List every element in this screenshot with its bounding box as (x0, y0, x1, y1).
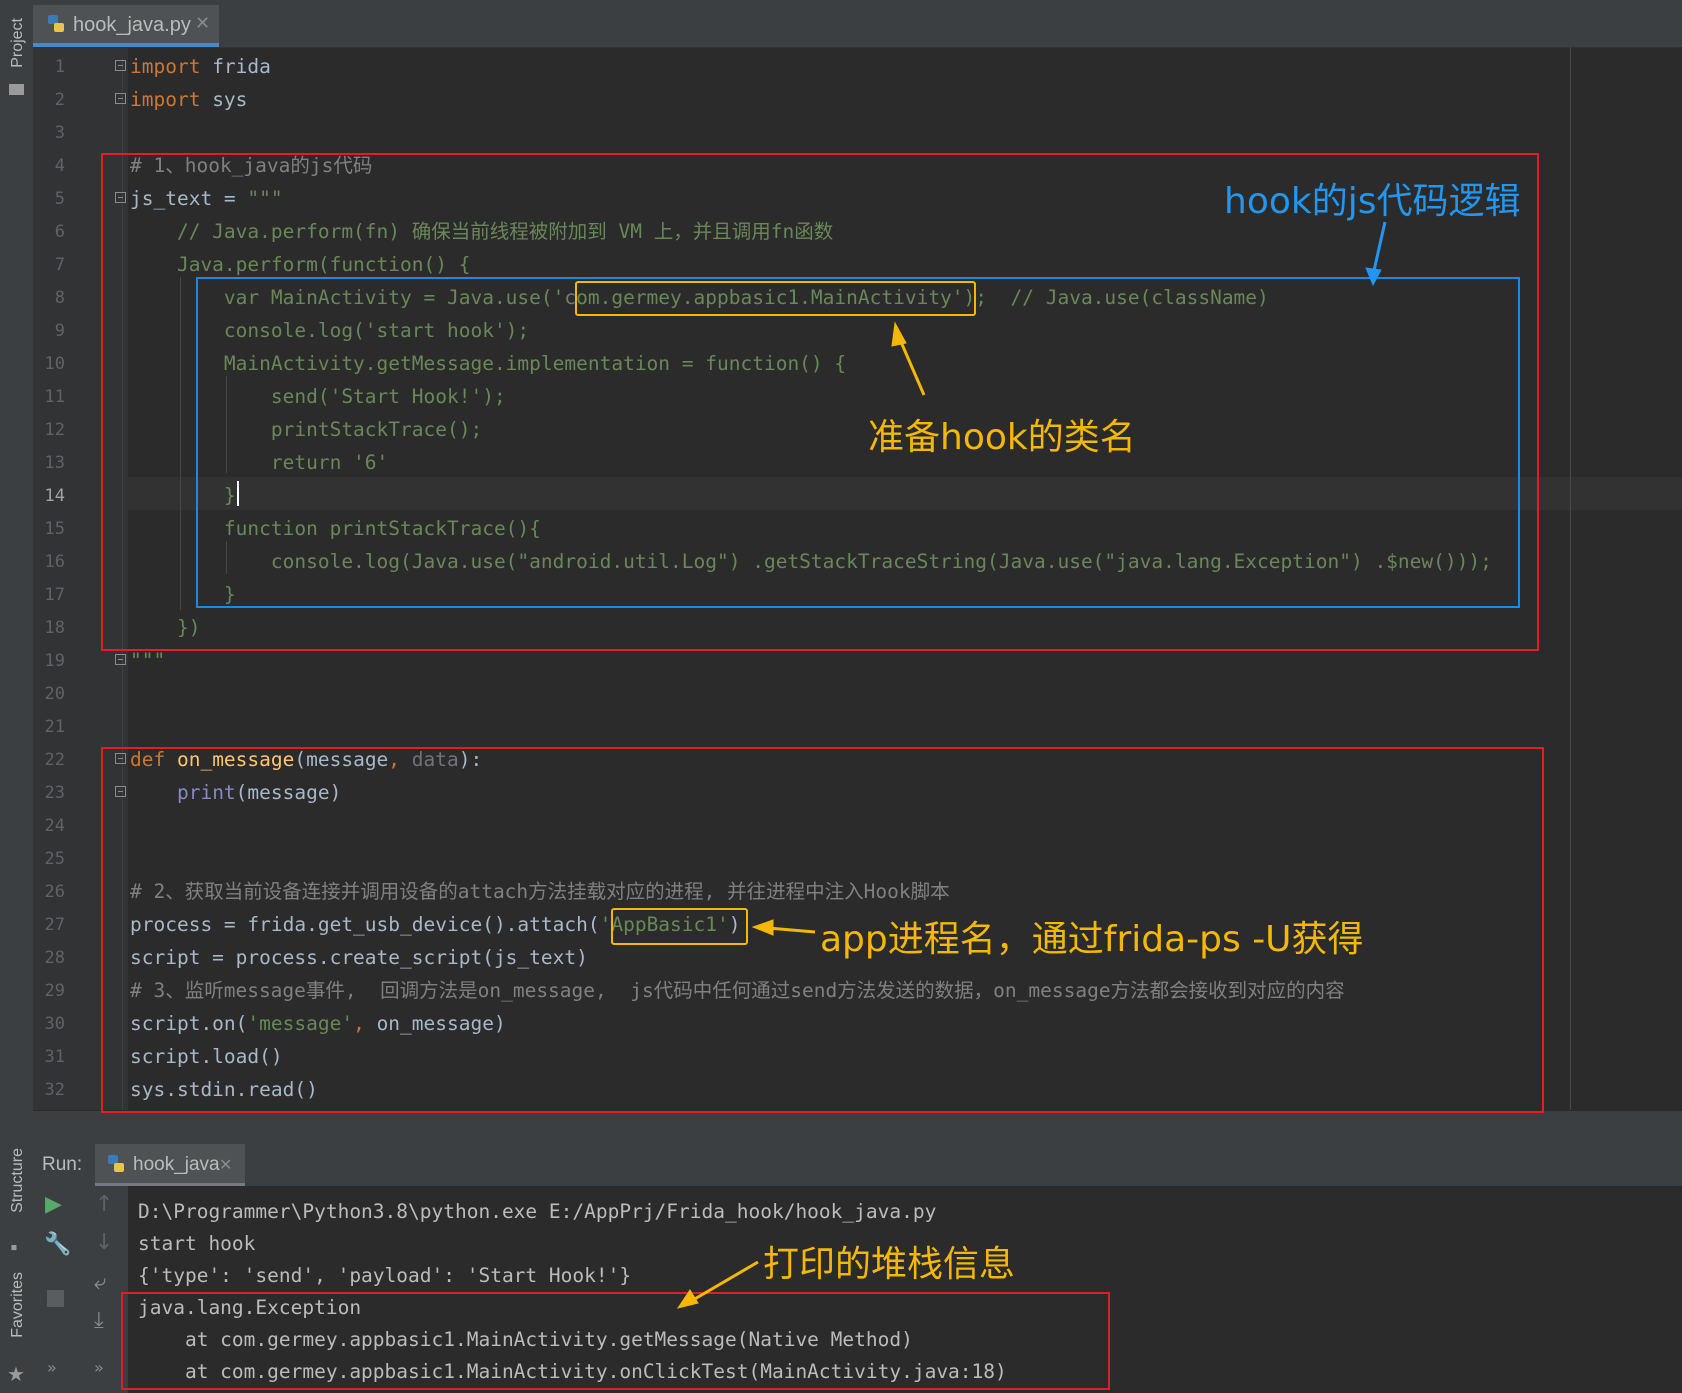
note-stack-info: 打印的堆栈信息 (763, 1244, 1016, 1285)
arrowhead-process-name (751, 919, 774, 936)
arrowhead-class-name (891, 321, 907, 347)
arrowhead-hook-logic (1365, 267, 1382, 287)
note-process-name: app进程名，通过frida-ps -U获得 (820, 919, 1364, 960)
arrow-process-name (767, 926, 816, 934)
note-hook-logic: hook的js代码逻辑 (1224, 181, 1521, 222)
note-class-name: 准备hook的类名 (868, 417, 1136, 458)
arrow-stack-info (692, 1260, 759, 1302)
arrow-hook-logic (1371, 221, 1387, 276)
arrowhead-stack-info (676, 1289, 699, 1309)
